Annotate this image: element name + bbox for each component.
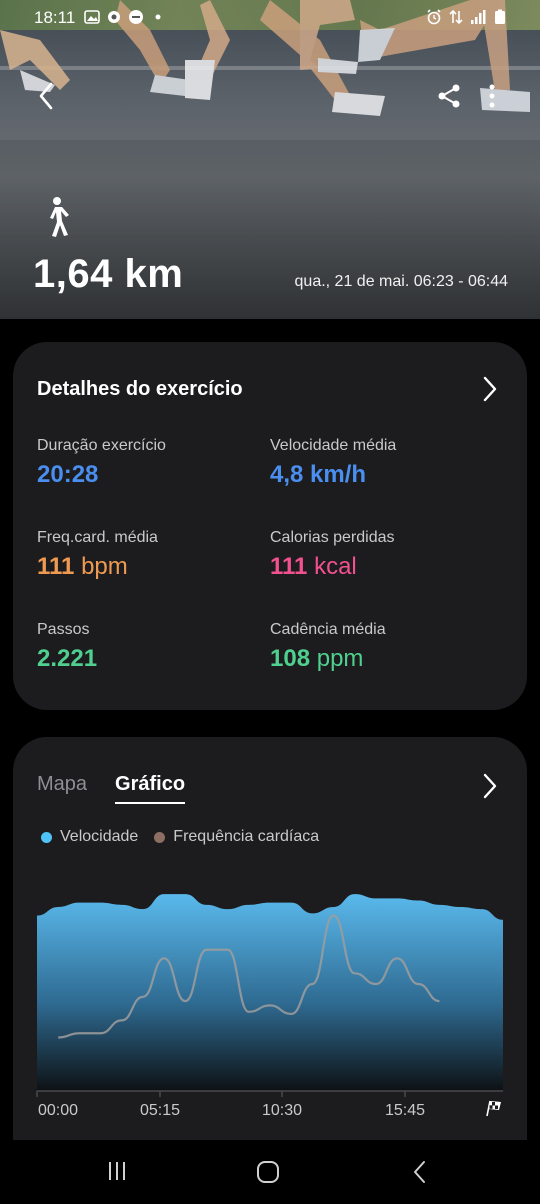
legend-item-speed: Velocidade <box>41 828 138 846</box>
metric-value: 2.221 <box>37 645 98 672</box>
legend-dot <box>41 831 52 843</box>
metric-label: Velocidade média <box>270 437 397 454</box>
exercise-details-card[interactable]: Detalhes do exercício Duração exercício … <box>13 342 527 710</box>
metric-value: 111 kcal <box>270 553 357 580</box>
distance-value: 1,64 km <box>33 252 184 296</box>
recents-icon[interactable] <box>106 1160 128 1182</box>
tab-map[interactable]: Mapa <box>37 773 87 804</box>
walking-icon <box>50 197 69 237</box>
legend-label: Velocidade <box>60 828 139 845</box>
chart-legend: Velocidade Frequência cardíaca <box>41 828 319 846</box>
metric-label: Duração exercício <box>37 437 166 454</box>
speed-heart-rate-chart[interactable]: 00:00 05:15 10:30 15:45 <box>13 857 527 1177</box>
metric-label: Cadência média <box>270 621 386 638</box>
metric-avg-cadence: Cadência média 108 ppm <box>270 621 490 673</box>
metric-duration: Duração exercício 20:28 <box>37 437 257 489</box>
view-tabs: Mapa Gráfico <box>37 773 186 804</box>
share-icon[interactable] <box>436 82 464 110</box>
x-tick-label: 10:30 <box>262 1102 302 1119</box>
legend-label: Frequência cardíaca <box>173 828 320 845</box>
system-icons <box>426 9 508 25</box>
status-time: 18:11 <box>34 8 76 27</box>
alarm-icon <box>427 9 441 25</box>
speed-area <box>37 894 503 1091</box>
metric-value: 20:28 <box>37 461 99 488</box>
metric-calories: Calorias perdidas 111 kcal <box>270 529 490 581</box>
x-tick-label: 00:00 <box>38 1102 78 1119</box>
back-icon[interactable] <box>410 1160 430 1184</box>
status-bar: 18:11 <box>0 0 540 34</box>
chevron-right-icon[interactable] <box>481 772 499 800</box>
metric-value: 111 bpm <box>37 553 128 580</box>
metric-avg-speed: Velocidade média 4,8 km/h <box>270 437 490 489</box>
metric-avg-heart-rate: Freq.card. média 111 bpm <box>37 529 257 581</box>
notification-icons <box>84 9 166 25</box>
metric-value: 108 ppm <box>270 645 364 672</box>
metric-steps: Passos 2.221 <box>37 621 257 673</box>
metric-value: 4,8 km/h <box>270 461 367 488</box>
x-tick-label: 15:45 <box>385 1102 425 1119</box>
card-title: Detalhes do exercício <box>37 378 243 400</box>
navigation-bar <box>0 1140 540 1204</box>
data-transfer-icon <box>449 9 463 25</box>
finish-flag-icon <box>486 1100 501 1117</box>
legend-item-heart-rate: Frequência cardíaca <box>154 828 319 846</box>
metric-label: Passos <box>37 621 90 638</box>
metric-label: Calorias perdidas <box>270 529 395 546</box>
legend-dot <box>154 831 166 843</box>
exercise-datetime: qua., 21 de mai. 06:23 - 06:44 <box>294 273 508 290</box>
x-tick-label: 05:15 <box>140 1102 180 1119</box>
gallery-icon <box>84 10 100 24</box>
graph-card: Mapa Gráfico Velocidade Frequência cardí… <box>13 737 527 1177</box>
dot-icon <box>155 14 161 20</box>
tab-graph[interactable]: Gráfico <box>115 773 186 804</box>
more-vertical-icon[interactable] <box>484 82 500 110</box>
back-arrow-icon[interactable] <box>33 80 61 112</box>
chevron-right-icon[interactable] <box>481 375 499 403</box>
minus-circle-icon <box>129 10 143 24</box>
hero-shade <box>0 179 540 319</box>
metric-label: Freq.card. média <box>37 529 158 546</box>
home-icon[interactable] <box>256 1160 280 1184</box>
app-notification-icon <box>108 11 120 23</box>
signal-icon <box>471 10 486 24</box>
battery-icon <box>495 9 505 24</box>
